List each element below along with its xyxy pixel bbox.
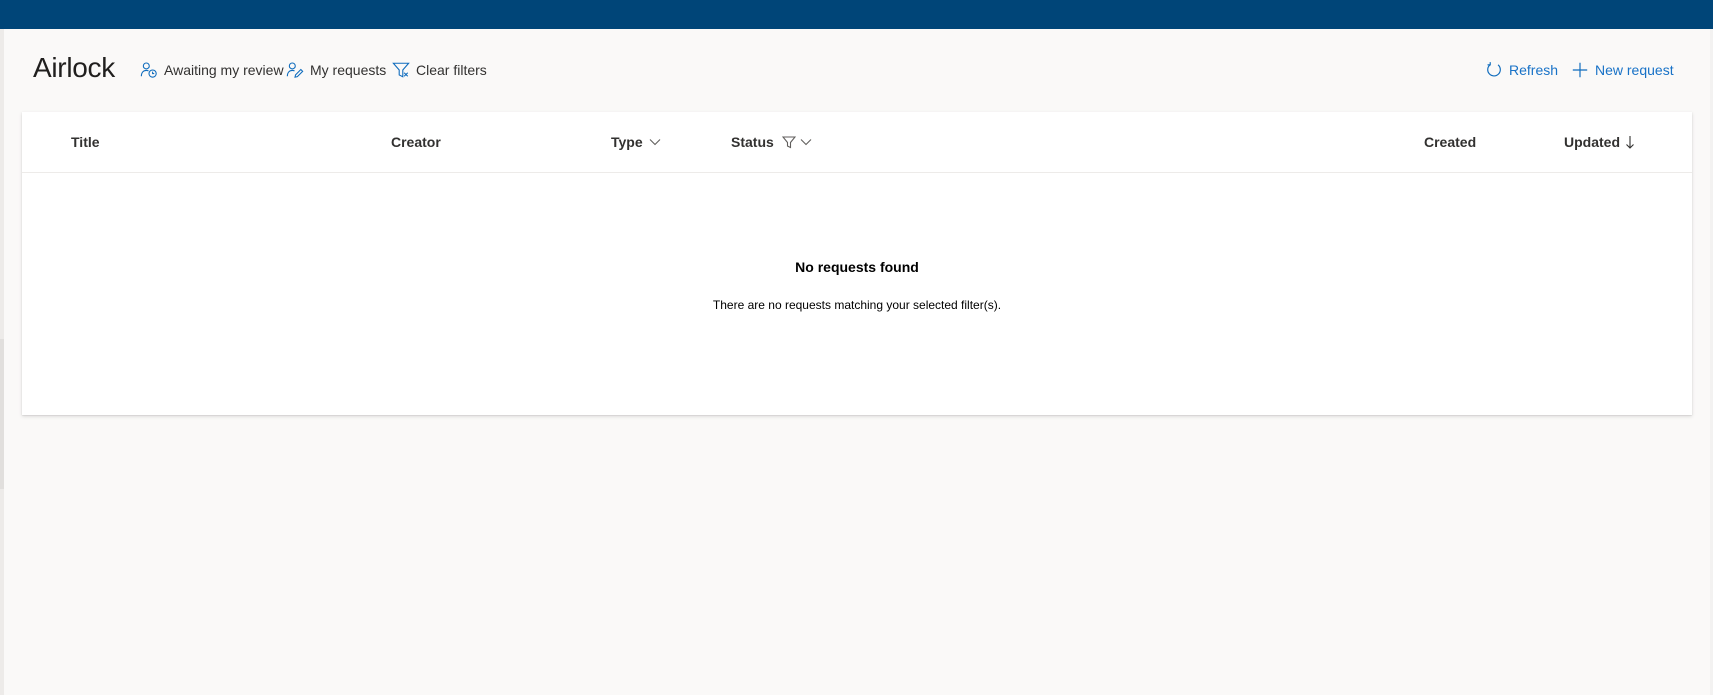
new-request-label: New request [1595,62,1674,78]
command-bar: Airlock Awaiting my review My requests C… [22,44,1690,96]
column-updated-label: Updated [1564,134,1620,150]
column-creator-label: Creator [391,134,441,150]
chevron-down-icon [649,139,661,146]
column-type-label: Type [611,134,643,150]
table-header: Title Creator Type Status Created Update… [22,112,1692,173]
column-header-status[interactable]: Status [731,132,812,152]
column-header-creator[interactable]: Creator [391,132,441,152]
clear-filters-button[interactable]: Clear filters [392,58,487,82]
refresh-icon [1487,62,1501,77]
column-status-label: Status [731,134,774,150]
column-title-label: Title [71,134,100,150]
new-request-button[interactable]: New request [1571,58,1674,82]
filter-icon [781,136,796,149]
top-app-bar [0,0,1713,29]
sort-descending-icon [1626,136,1634,149]
column-header-created[interactable]: Created [1424,132,1476,152]
empty-state-message: There are no requests matching your sele… [712,298,1002,312]
empty-state-title: No requests found [795,259,919,275]
column-created-label: Created [1424,134,1477,150]
left-rail-handle[interactable] [0,339,4,489]
column-header-updated[interactable]: Updated [1564,132,1635,152]
page-title: Airlock [33,52,115,83]
column-header-title[interactable]: Title [71,132,100,152]
column-header-type[interactable]: Type [611,132,661,152]
person-clock-icon [140,62,157,78]
left-rail [0,29,4,695]
requests-table: Title Creator Type Status Created Update… [22,112,1692,415]
awaiting-my-review-button[interactable]: Awaiting my review [140,58,284,82]
refresh-button[interactable]: Refresh [1485,58,1558,82]
add-icon [1572,62,1588,78]
person-edit-icon [286,62,304,78]
my-requests-button[interactable]: My requests [286,58,386,82]
filter-dismiss-icon [392,62,410,78]
chevron-down-icon [800,139,812,146]
clear-filters-label: Clear filters [416,62,487,78]
my-requests-label: My requests [310,62,387,78]
refresh-label: Refresh [1509,62,1559,78]
awaiting-my-review-label: Awaiting my review [164,62,284,78]
